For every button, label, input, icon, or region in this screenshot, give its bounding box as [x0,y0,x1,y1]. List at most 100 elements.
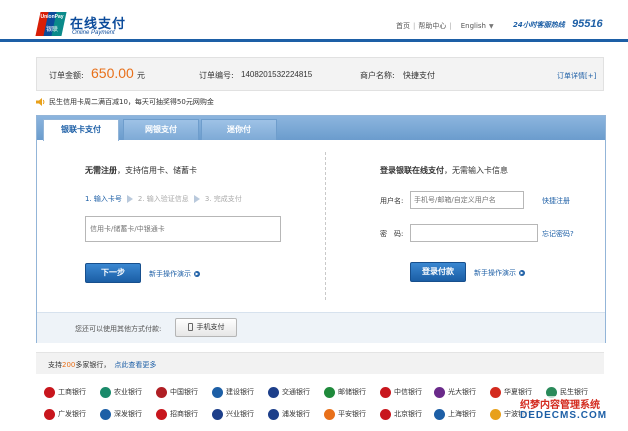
merchant-name: 快捷支付 [403,71,435,80]
language-selector[interactable]: English [461,22,486,30]
order-detail-link[interactable]: 订单详情[+] [557,71,596,81]
order-number: 1408201532224815 [241,70,313,79]
arrow-circle-icon: ▶ [519,270,525,276]
phone-icon [187,323,193,331]
promo-notice[interactable]: 民生信用卡周二满百减10，每天可抽奖得50元网购金 [36,97,214,107]
notice-text[interactable]: 民生信用卡周二满百减10，每天可抽奖得50元网购金 [49,98,214,106]
merchant-label: 商户名称: [360,71,395,80]
bank-logo-icon [490,386,501,398]
bank-name: 农业银行 [114,388,142,396]
password-input[interactable] [410,224,538,242]
unionpay-logo[interactable]: UnionPay 银联 [35,12,67,36]
chevron-down-icon[interactable]: ▼ [489,23,494,30]
bank-logo-icon [268,386,279,398]
other-pay-bar: 您还可以使用其他方式付款: 手机支付 [37,312,605,343]
bank-logo-icon [100,408,111,420]
bank-item[interactable]: 北京银行 [380,408,422,420]
bank-item[interactable]: 兴业银行 [212,408,254,420]
arrow-right-icon [193,195,200,203]
bank-logo-icon [156,408,167,420]
login-pay-title-rest: ，无需输入卡信息 [444,166,508,175]
forgot-password-link[interactable]: 忘记密码? [542,229,574,239]
bank-name: 上海银行 [448,410,476,418]
order-summary: 订单金额: 650.00 元 订单编号: 1408201532224815 商户… [36,57,604,91]
bank-logo-icon [44,408,55,420]
bank-name: 兴业银行 [226,410,254,418]
bank-name: 广发银行 [58,410,86,418]
tab-unionpay-card[interactable]: 银联卡支付 [43,119,119,141]
bank-name: 平安银行 [338,410,366,418]
bank-name: 中国银行 [170,388,198,396]
bank-logo-icon [212,386,223,398]
bank-logo-icon [324,408,335,420]
banks-count: 200 [62,361,76,369]
bank-item[interactable]: 平安银行 [324,408,366,420]
order-no-label: 订单编号: [199,71,234,80]
bank-item[interactable]: 交通银行 [268,386,310,398]
card-help-link[interactable]: 新手操作演示 ▶ [149,269,200,279]
logo-text-cn: 银联 [45,26,58,33]
bank-name: 光大银行 [448,388,476,396]
bank-logo-icon [100,386,111,398]
bank-logo-icon [380,386,391,398]
login-pay-title-bold: 登录银联在线支付 [380,166,444,175]
arrow-circle-icon: ▶ [194,271,200,277]
hotline-label: 24小时客服热线 [513,21,565,29]
login-help-text[interactable]: 新手操作演示 [474,269,516,277]
card-pay-title: 无需注册，支持信用卡、储蓄卡 [85,165,197,176]
payment-tabs: 银联卡支付 网银支付 迷你付 [37,116,605,141]
card-pay-title-rest: ，支持信用卡、储蓄卡 [117,166,197,175]
card-number-input[interactable] [85,216,281,242]
bank-item[interactable]: 浦发银行 [268,408,310,420]
nav-home[interactable]: 首页 [396,22,410,30]
bank-name: 建设银行 [226,388,254,396]
card-help-text[interactable]: 新手操作演示 [149,270,191,278]
amount-unit: 元 [137,71,145,80]
login-pay-section: 登录银联在线支付，无需输入卡信息 用户名: 快捷注册 密 码: 忘记密码? 登录… [326,140,605,310]
order-amount: 650.00 [91,65,134,81]
bank-logo-icon [212,408,223,420]
tab-mini-pay[interactable]: 迷你付 [201,119,277,140]
bank-name: 招商银行 [170,410,198,418]
brand-subtitle: Online Payment [72,30,115,36]
bank-logo-icon [156,386,167,398]
amount-label: 订单金额: [49,71,84,80]
bank-item[interactable]: 广发银行 [44,408,86,420]
username-input[interactable] [410,191,524,209]
bank-name: 工商银行 [58,388,86,396]
speaker-icon [36,98,45,106]
nav-help[interactable]: 帮助中心 [418,22,446,30]
bank-item[interactable]: 深发银行 [100,408,142,420]
bank-item[interactable]: 建设银行 [212,386,254,398]
bank-logo-icon [434,386,445,398]
bank-item[interactable]: 工商银行 [44,386,86,398]
pay-steps: 1. 输入卡号 2. 输入验证信息 3. 完成支付 [85,194,242,204]
bank-name: 北京银行 [394,410,422,418]
bank-item[interactable]: 邮储银行 [324,386,366,398]
supported-banks-bar: 支持200多家银行， 点此查看更多 [36,352,604,374]
quick-register-link[interactable]: 快捷注册 [542,196,570,206]
banks-prefix: 支持 [48,361,62,369]
bank-name: 民生银行 [560,388,588,396]
card-pay-section: 无需注册，支持信用卡、储蓄卡 1. 输入卡号 2. 输入验证信息 3. 完成支付 下… [37,140,325,310]
logo-text-en: UnionPay [40,14,64,20]
step-1: 1. 输入卡号 [85,195,122,203]
more-banks-link[interactable]: 点此查看更多 [114,361,156,369]
next-step-button[interactable]: 下一步 [85,263,141,283]
bank-item[interactable]: 光大银行 [434,386,476,398]
login-pay-button[interactable]: 登录付款 [410,262,466,282]
username-label: 用户名: [380,197,404,205]
bank-item[interactable]: 招商银行 [156,408,198,420]
login-help-link[interactable]: 新手操作演示 ▶ [474,268,525,278]
bank-item[interactable]: 中国银行 [156,386,198,398]
bank-item[interactable]: 中信银行 [380,386,422,398]
tab-online-banking[interactable]: 网银支付 [123,119,199,140]
step-2: 2. 输入验证信息 [137,195,189,203]
mobile-pay-button[interactable]: 手机支付 [175,318,237,337]
bank-item[interactable]: 农业银行 [100,386,142,398]
bank-logo-icon [434,408,445,420]
bank-name: 邮储银行 [338,388,366,396]
card-pay-title-bold: 无需注册 [85,166,117,175]
nav-separator: | [413,22,416,30]
bank-item[interactable]: 上海银行 [434,408,476,420]
